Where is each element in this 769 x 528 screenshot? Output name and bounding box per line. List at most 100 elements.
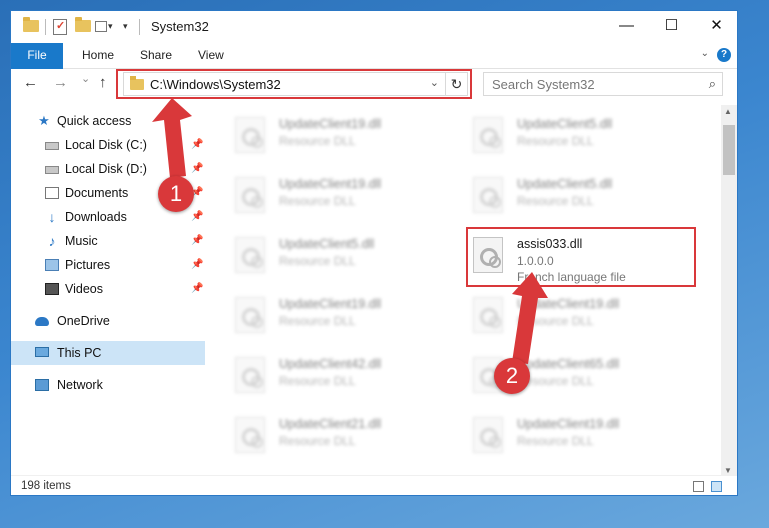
dll-file-icon [235,357,265,393]
file-item[interactable]: UpdateClient19.dll Resource DLL [205,289,425,341]
tab-view[interactable]: View [198,43,224,67]
sidebar-item-music[interactable]: ♪ Music 📌 [11,229,205,253]
file-item[interactable]: UpdateClient42.dll Resource DLL [205,349,425,401]
chevron-down-icon[interactable]: ▾ [108,21,113,39]
file-item[interactable]: UpdateClient19.dll Resource DLL [443,409,663,461]
file-list: UpdateClient19.dll Resource DLL UpdateCl… [205,105,720,475]
recent-locations-button[interactable]: ⌄ [81,72,90,85]
address-highlight-box [116,69,472,99]
dll-file-icon [473,297,503,333]
dll-file-icon [235,237,265,273]
sidebar-item-label: Music [65,234,98,248]
this-pc-icon [35,347,49,357]
sidebar-item-label: Network [57,378,103,392]
maximize-button[interactable]: ☐ [649,11,694,41]
large-icons-view-icon[interactable] [711,481,722,492]
file-item[interactable]: UpdateClient19.dll Resource DLL [205,109,425,161]
sidebar-item-onedrive[interactable]: OneDrive [11,309,205,333]
tab-home[interactable]: Home [82,43,114,67]
file-item[interactable]: UpdateClient5.dll Resource DLL [443,109,663,161]
star-icon: ★ [38,113,50,128]
file-item[interactable]: UpdateClient5.dll Resource DLL [443,169,663,221]
file-type: Resource DLL [279,134,356,148]
videos-icon [45,283,59,295]
ribbon-tabs: File Home Share View ⌄ ? [11,43,737,95]
back-button[interactable]: ← [23,74,38,91]
dll-file-icon [473,417,503,453]
sidebar-item-label: Downloads [65,210,127,224]
minimize-button[interactable]: — [604,11,649,41]
pin-icon[interactable]: 📌 [191,229,203,253]
up-button[interactable]: ↑ [99,74,107,91]
pin-icon[interactable]: 📌 [191,277,203,301]
file-type: Resource DLL [279,314,356,328]
disk-icon [45,166,59,174]
file-item[interactable]: UpdateClient65.dll Resource DLL [443,349,663,401]
search-input[interactable] [484,73,694,95]
documents-icon [45,187,59,199]
scroll-up-icon[interactable]: ▲ [724,107,732,116]
dll-file-icon [235,417,265,453]
file-item[interactable]: UpdateClient5.dll Resource DLL [205,229,425,281]
sidebar-item-network[interactable]: Network [11,373,205,397]
file-type: Resource DLL [279,254,356,268]
vertical-scrollbar[interactable]: ▲ ▼ [721,105,737,477]
expand-ribbon-icon[interactable]: ⌄ [701,48,709,59]
sidebar-item-videos[interactable]: Videos 📌 [11,277,205,301]
file-item[interactable]: UpdateClient21.dll Resource DLL [205,409,425,461]
sidebar-item-label: Quick access [57,114,132,128]
file-name: UpdateClient19.dll [279,297,382,311]
sidebar-item-label: Videos [65,282,103,296]
file-type: Resource DLL [279,434,356,448]
file-name: UpdateClient65.dll [517,357,620,371]
pin-icon[interactable]: 📌 [191,253,203,277]
scroll-down-icon[interactable]: ▼ [724,466,732,475]
properties-icon[interactable] [53,19,67,35]
file-name: UpdateClient19.dll [279,177,382,191]
sidebar-item-this-pc[interactable]: This PC [11,341,205,365]
close-button[interactable]: ✕ [694,11,737,41]
file-type: Resource DLL [517,134,594,148]
disk-icon [45,142,59,150]
file-type: Resource DLL [517,314,594,328]
details-view-icon[interactable] [693,481,704,492]
sidebar-item-label: Documents [65,186,129,200]
network-icon [35,379,49,391]
dll-file-icon [235,177,265,213]
item-count: 198 items [21,480,71,492]
dll-file-icon [473,177,503,213]
customize-view-icon[interactable] [95,21,107,32]
tab-share[interactable]: Share [140,43,172,67]
step-1-badge: 1 [158,176,194,212]
file-name: UpdateClient21.dll [279,417,382,431]
folder-icon [23,17,39,32]
pin-icon[interactable]: 📌 [191,133,203,157]
help-icon[interactable]: ? [717,48,731,62]
dll-file-icon [473,117,503,153]
new-folder-icon[interactable] [75,17,91,32]
music-icon: ♪ [48,233,56,249]
dll-file-icon [235,117,265,153]
sidebar-item-quick-access[interactable]: ★ Quick access [11,109,205,133]
status-bar: 198 items [11,475,737,495]
sidebar-item-label: This PC [57,346,102,360]
search-box[interactable]: ⌕ [483,72,723,96]
search-icon[interactable]: ⌕ [709,76,716,92]
sidebar-item-label: OneDrive [57,314,110,328]
file-name: UpdateClient19.dll [517,297,620,311]
scroll-thumb[interactable] [723,125,735,175]
file-item[interactable]: UpdateClient19.dll Resource DLL [205,169,425,221]
separator [45,19,46,35]
file-item[interactable]: UpdateClient19.dll Resource DLL [443,289,663,341]
pin-icon[interactable]: 📌 [191,205,203,229]
sidebar-item-pictures[interactable]: Pictures 📌 [11,253,205,277]
file-type: Resource DLL [517,434,594,448]
file-type: Resource DLL [279,374,356,388]
forward-button[interactable]: → [53,74,68,91]
downloads-icon: ↓ [48,209,56,225]
pin-icon[interactable]: 📌 [191,157,203,181]
sidebar-item-local-disk-c[interactable]: Local Disk (C:) 📌 [11,133,205,157]
file-highlight-box [466,227,696,287]
quick-access-toolbar-dropdown-icon[interactable]: ▾ [123,21,128,39]
sidebar-item-label: Pictures [65,258,111,272]
